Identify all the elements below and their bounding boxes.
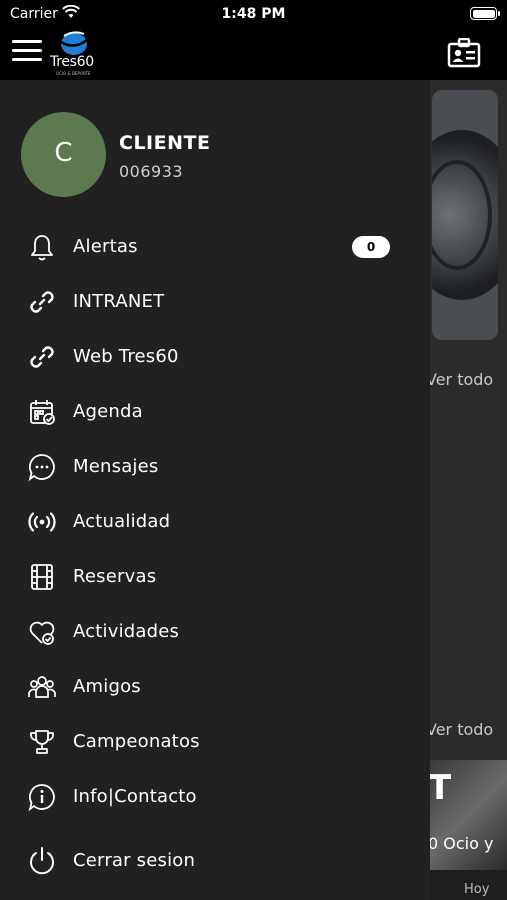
user-name: CLIENTE [119,132,211,154]
logo-globe-icon [60,31,88,55]
side-drawer: C CLIENTE 006933 Alertas 0 INTRANET Web … [0,80,430,900]
hamburger-menu-icon[interactable] [12,40,42,62]
menu-label: Amigos [73,676,141,697]
menu-item-actividades[interactable]: Actividades [0,607,430,657]
bell-icon [31,235,53,261]
main-content-background: Ver todo Ver todo T 0 Ocio y Hoy [430,80,507,900]
link-icon [30,346,54,368]
news-card-date: Hoy [464,882,490,897]
menu-item-actualidad[interactable]: Actualidad [0,497,430,547]
menu-item-info-contacto[interactable]: Info|Contacto [0,772,430,822]
chat-icon [28,454,55,482]
menu-item-campeonatos[interactable]: Campeonatos [0,717,430,767]
user-id: 006933 [119,162,184,181]
battery-icon [470,7,500,20]
app-logo: Tres60 OCIO & DEPORTE [48,30,100,78]
featured-image[interactable] [432,90,498,340]
menu-item-agenda[interactable]: Agenda [0,387,430,437]
see-all-link-2[interactable]: Ver todo [430,720,493,739]
trophy-icon [30,730,54,754]
avatar[interactable]: C [21,112,106,197]
people-icon [28,676,56,698]
menu-item-cerrar-sesion[interactable]: Cerrar sesion [0,836,430,886]
menu-label: Actualidad [73,511,171,532]
menu-label: Mensajes [73,456,159,477]
menu-label: Actividades [73,621,180,642]
info-icon [28,784,55,812]
news-card[interactable]: T 0 Ocio y Hoy [430,760,507,900]
status-bar: Carrier 1:48 PM [0,0,507,28]
menu-item-intranet[interactable]: INTRANET [0,277,430,327]
alerts-count-badge: 0 [352,236,390,258]
id-card-icon[interactable] [447,38,481,68]
menu-label: INTRANET [73,291,165,312]
broadcast-icon [28,512,56,532]
calendar-icon [30,400,55,425]
news-card-subtitle: 0 Ocio y [430,834,494,853]
menu-item-mensajes[interactable]: Mensajes [0,442,430,492]
power-icon [30,847,54,875]
heart-check-icon [29,621,55,645]
menu-item-reservas[interactable]: Reservas [0,552,430,602]
menu-label: Alertas [73,236,138,257]
film-icon [31,564,53,590]
menu-label: Web Tres60 [73,346,179,367]
menu-label: Cerrar sesion [73,850,196,871]
logo-text: Tres60 [50,54,94,70]
menu-label: Reservas [73,566,157,587]
menu-label: Agenda [73,401,143,422]
avatar-initial: C [54,138,73,168]
see-all-link-1[interactable]: Ver todo [430,370,493,389]
news-card-title: T [430,768,452,808]
link-icon [30,291,54,313]
menu-label: Info|Contacto [73,786,197,807]
logo-subtext: OCIO & DEPORTE [56,71,91,76]
menu-item-amigos[interactable]: Amigos [0,662,430,712]
menu-item-alertas[interactable]: Alertas 0 [0,222,430,272]
menu-label: Campeonatos [73,731,200,752]
top-nav: Tres60 OCIO & DEPORTE [0,28,507,80]
status-time: 1:48 PM [221,6,286,22]
menu-item-web-tres60[interactable]: Web Tres60 [0,332,430,382]
